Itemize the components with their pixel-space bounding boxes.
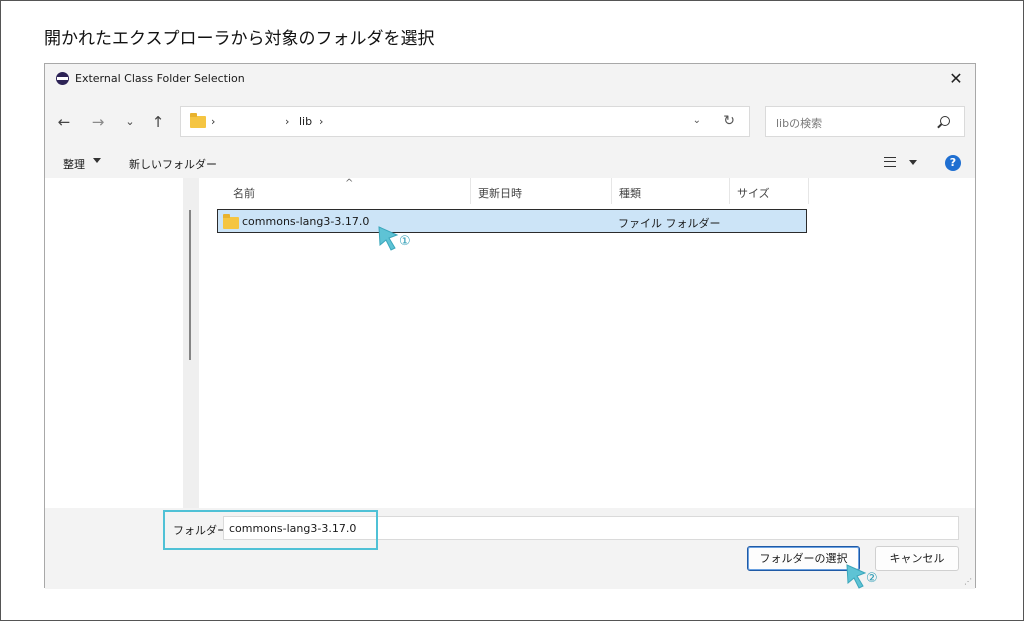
organize-caret-icon[interactable] (93, 158, 101, 163)
file-type: ファイル フォルダー (618, 217, 721, 230)
address-bar[interactable]: › › lib › ⌄ ↻ (180, 106, 750, 137)
organize-menu-button[interactable]: 整理 (63, 156, 85, 172)
resize-grip-icon[interactable]: ⋰ (964, 577, 972, 586)
close-button[interactable]: ✕ (945, 68, 967, 90)
breadcrumb-separator[interactable]: › (211, 115, 215, 128)
new-folder-button[interactable]: 新しいフォルダー (129, 156, 217, 172)
forward-arrow-icon[interactable]: → (87, 111, 109, 133)
folder-selection-dialog: External Class Folder Selection ✕ ← → ⌄ … (44, 63, 976, 589)
recent-locations-chevron-icon[interactable]: ⌄ (119, 111, 141, 133)
back-arrow-icon[interactable]: ← (53, 111, 75, 133)
navigation-pane[interactable] (45, 178, 183, 508)
cancel-button[interactable]: キャンセル (875, 546, 959, 571)
dialog-title: External Class Folder Selection (75, 72, 245, 85)
dialog-titlebar: External Class Folder Selection ✕ (45, 64, 975, 94)
column-divider[interactable] (470, 178, 471, 204)
column-divider[interactable] (808, 178, 809, 204)
breadcrumb-separator[interactable]: › (319, 115, 323, 128)
folder-icon (190, 113, 206, 128)
cursor-icon (378, 226, 399, 251)
search-placeholder: libの検索 (776, 117, 823, 130)
view-options-icon[interactable] (884, 157, 896, 167)
search-icon[interactable] (940, 116, 950, 126)
address-dropdown-chevron-icon[interactable]: ⌄ (693, 115, 701, 126)
column-header-modified[interactable]: 更新日時 (478, 178, 522, 204)
breadcrumb-separator[interactable]: › (285, 115, 289, 128)
breadcrumb-lib[interactable]: lib (299, 115, 312, 128)
search-input[interactable]: libの検索 (765, 106, 965, 137)
column-header-size[interactable]: サイズ (737, 178, 770, 204)
navigation-bar: ← → ⌄ ↑ › › lib › ⌄ ↻ libの検索 (45, 94, 975, 150)
step-1-label: ① (399, 234, 411, 249)
view-caret-icon[interactable] (909, 160, 917, 165)
dialog-footer: フォルダー: commons-lang3-3.17.0 フォルダーの選択 キャン… (45, 508, 975, 589)
file-name: commons-lang3-3.17.0 (242, 215, 370, 228)
refresh-icon[interactable]: ↻ (723, 113, 735, 129)
pane-splitter[interactable] (183, 178, 199, 508)
eclipse-app-icon (56, 72, 69, 85)
folder-field-highlight (163, 510, 378, 550)
page-title: 開かれたエクスプローラから対象のフォルダを選択 (44, 29, 435, 49)
file-list-pane: ^ 名前 更新日時 種類 サイズ commons-lang3-3.17.0 ファ… (199, 178, 975, 508)
step-2-label: ② (866, 571, 878, 586)
up-arrow-icon[interactable]: ↑ (147, 111, 169, 133)
column-header-type[interactable]: 種類 (619, 178, 641, 204)
file-row-selected[interactable]: commons-lang3-3.17.0 ファイル フォルダー (217, 209, 807, 233)
column-header-name[interactable]: 名前 (233, 178, 255, 204)
folder-icon (223, 214, 239, 229)
select-folder-button[interactable]: フォルダーの選択 (747, 546, 860, 571)
column-divider[interactable] (611, 178, 612, 204)
help-icon[interactable]: ? (945, 155, 961, 171)
column-divider[interactable] (729, 178, 730, 204)
navigation-pane-scrollbar[interactable] (189, 210, 191, 360)
sort-ascending-icon: ^ (345, 178, 354, 189)
command-bar: 整理 新しいフォルダー ? (45, 150, 975, 178)
